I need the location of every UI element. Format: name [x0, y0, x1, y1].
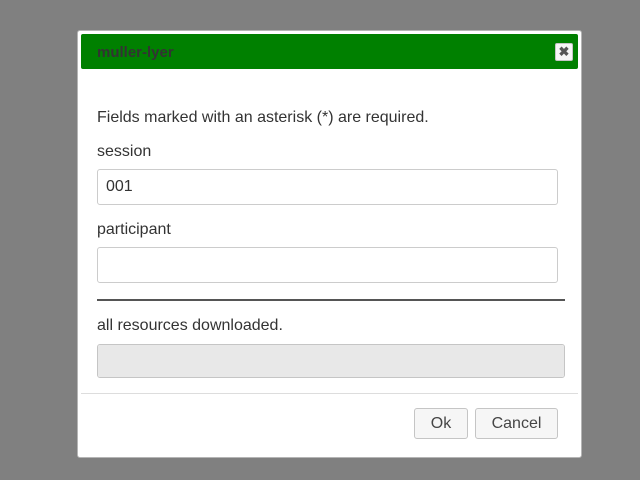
dialog: muller-lyer ✖ Fields marked with an aste… [77, 30, 582, 458]
cancel-button[interactable]: Cancel [475, 408, 558, 439]
progress-fill [98, 345, 564, 377]
participant-input[interactable] [97, 247, 558, 283]
dialog-title: muller-lyer [97, 44, 174, 61]
required-note: Fields marked with an asterisk (*) are r… [97, 109, 429, 126]
participant-label: participant [97, 221, 171, 238]
close-button[interactable]: ✖ [555, 43, 573, 61]
status-text: all resources downloaded. [97, 317, 283, 334]
close-icon: ✖ [558, 44, 570, 59]
session-label: session [97, 143, 152, 160]
ok-button[interactable]: Ok [414, 408, 468, 439]
divider [97, 299, 565, 301]
session-input[interactable] [97, 169, 558, 205]
progress-bar [97, 344, 565, 378]
dialog-titlebar[interactable]: muller-lyer ✖ [81, 34, 578, 69]
button-pane-separator [81, 393, 578, 394]
